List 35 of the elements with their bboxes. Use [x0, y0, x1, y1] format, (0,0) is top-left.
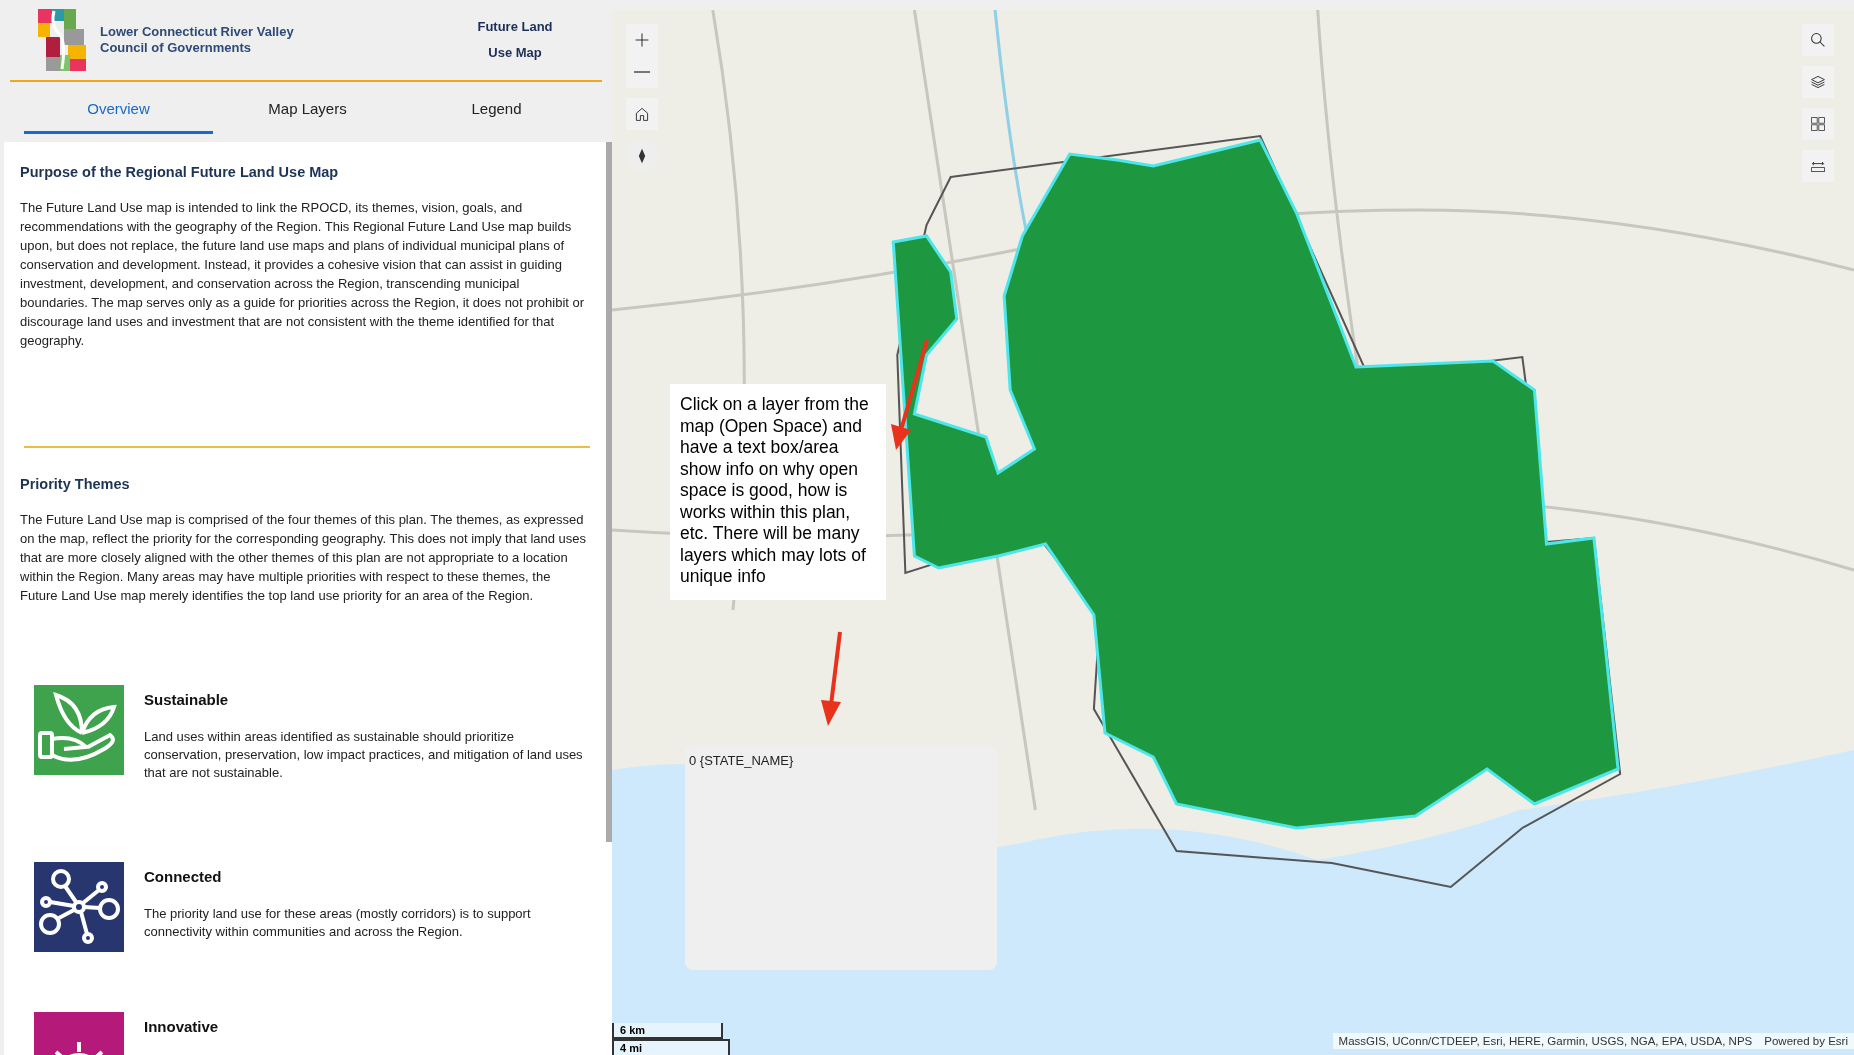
section-heading: Priority Themes: [20, 476, 131, 492]
popup-title: 0 {STATE_NAME}: [689, 753, 794, 768]
powered-by-link[interactable]: Powered by Esri: [1764, 1035, 1848, 1047]
theme-title: Sustainable: [144, 691, 230, 708]
tab[interactable]: Overview: [24, 94, 213, 134]
scrollbar[interactable]: [606, 142, 612, 842]
search-button[interactable]: [1802, 24, 1834, 56]
search-icon: [1810, 32, 1826, 48]
plus-icon: [634, 32, 650, 48]
logo-icon: [38, 9, 88, 71]
organization-name: Lower Connecticut River Valley Council of Governments: [100, 24, 295, 56]
scale-bar: 6 km: [612, 1023, 723, 1039]
scale-bar: 4 mi: [612, 1039, 730, 1055]
layers-icon: [1810, 74, 1826, 90]
layers-button[interactable]: [1802, 66, 1834, 98]
zoom-out-button[interactable]: [626, 56, 658, 88]
section-paragraph: The Future Land Use map is intended to link the RPOCD, its themes, vision, goals, and recommendations with the geography of the Region. This Regional Future Land Use map builds upon, but does not replace, the future land use maps and plans of individual municipal plans of conservation and development. Instead, it provides a cohesive vision that can assist in guiding investment, development, and conservation across the Region, transcending municipal boundaries. The map serves only as a guide for priorities across the Region, it does not prohibit or discourage land uses and investment that are not consistent with the theme identified for that geography.: [20, 199, 586, 350]
section-paragraph: The Future Land Use map is comprised of the four themes of this plan. The themes, as expressed on the map, reflect the priority for the corresponding geography. This does not imply that land uses that are more closely aligned with the other themes of this plan are not appropriate to a location within the Region. Many areas may have multiple priorities with respect to these themes, the Future Land Use map merely identifies the top land use priority for an area of the Region.: [20, 511, 588, 605]
attribution-text: MassGIS, UConn/CTDEEP, Esri, HERE, Garmin, USGS, NGA, EPA, USDA, NPS: [1338, 1035, 1753, 1047]
zoom-in-button[interactable]: [626, 24, 658, 56]
home-button[interactable]: [626, 98, 658, 130]
annotation-note: Click on a layer from the map (Open Space) and have a text box/area show info on why open space is good, how is works within this plan, etc. There will be many layers which may lots of unique info: [670, 384, 886, 600]
theme-title: Innovative: [144, 1018, 220, 1035]
grid-icon: [1810, 116, 1826, 132]
theme-description: Land uses within areas identified as sustainable should prioritize conservation, preservation, low impact practices, and mitigation of land uses that are not sustainable.: [144, 728, 584, 782]
tab[interactable]: Legend: [402, 94, 591, 134]
section-heading: Purpose of the Regional Future Land Use Map: [20, 164, 340, 180]
home-icon: [634, 106, 650, 122]
basemap-gallery-button[interactable]: [1802, 108, 1834, 140]
theme-description: The priority land use for these areas (mostly corridors) is to support connectivity within communities and across the Region.: [144, 905, 532, 941]
app-title: Future Land Use Map: [476, 18, 554, 62]
minus-icon: [634, 71, 650, 73]
tab[interactable]: Map Layers: [213, 94, 402, 134]
theme-title: Connected: [144, 868, 223, 885]
measure-button[interactable]: [1802, 150, 1834, 182]
